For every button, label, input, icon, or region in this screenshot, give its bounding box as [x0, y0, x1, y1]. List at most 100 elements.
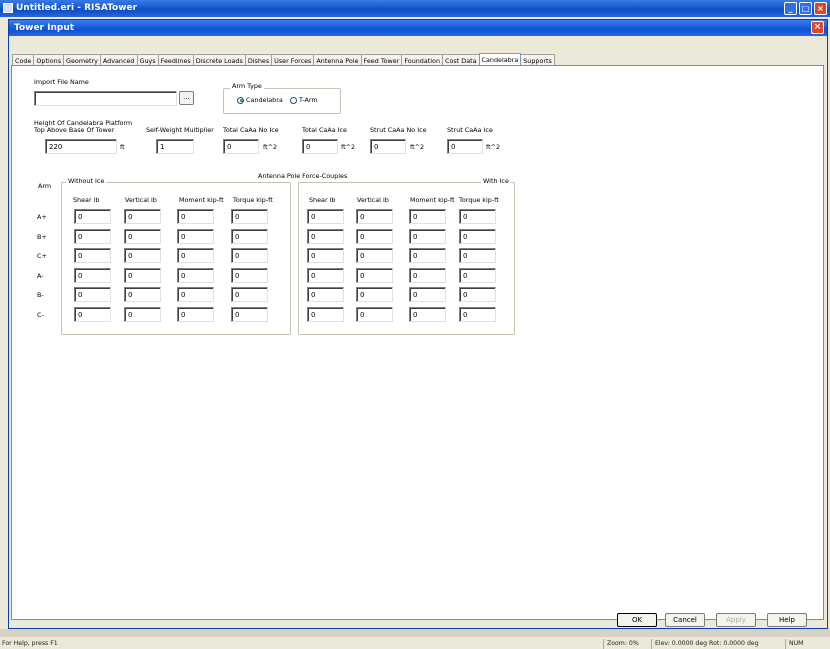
strut-ice-input[interactable]: 0 — [447, 139, 483, 154]
total-no-ice-label: Total CaAa No Ice — [223, 126, 279, 134]
with-ice-cell[interactable]: 0 — [409, 307, 446, 322]
without-ice-cell[interactable]: 0 — [74, 228, 111, 244]
without-ice-cell[interactable]: 0 — [231, 209, 268, 224]
without-ice-cell[interactable]: 0 — [177, 307, 214, 322]
without-ice-cell[interactable]: 0 — [231, 267, 268, 283]
force-couples-title: Antenna Pole Force-Couples — [258, 172, 348, 180]
import-file-label: Import File Name — [34, 78, 89, 86]
without-ice-cell[interactable]: 0 — [124, 209, 161, 224]
with-ice-cell[interactable]: 0 — [356, 228, 393, 244]
self-weight-input[interactable]: 1 — [156, 139, 194, 154]
without-ice-cell[interactable]: 0 — [177, 209, 214, 224]
with-ice-cell[interactable]: 0 — [409, 267, 446, 283]
strut-no-ice-unit: ft^2 — [410, 143, 425, 151]
candelabra-panel: Import File Name ... Arm Type Candelabra… — [11, 65, 824, 620]
without-ice-cell[interactable]: 0 — [177, 248, 214, 264]
minimize-button[interactable]: _ — [784, 2, 797, 15]
without-ice-col-header: Moment kip-ft — [179, 196, 224, 204]
with-ice-cell[interactable]: 0 — [356, 287, 393, 303]
without-ice-cell[interactable]: 0 — [74, 287, 111, 303]
with-ice-cell[interactable]: 0 — [409, 287, 446, 303]
radio-t-arm[interactable]: T-Arm — [290, 96, 318, 104]
total-no-ice-unit: ft^2 — [263, 143, 278, 151]
with-ice-cell[interactable]: 0 — [459, 248, 496, 264]
with-ice-cell[interactable]: 0 — [307, 267, 344, 283]
with-ice-cell[interactable]: 0 — [459, 267, 496, 283]
tab-strip: Code Options Geometry Advanced Guys Feedlines… — [12, 52, 555, 68]
dialog-title-bar: Tower Input × — [9, 20, 827, 36]
with-ice-col-header: Moment kip-ft — [410, 196, 455, 204]
without-ice-cell[interactable]: 0 — [177, 267, 214, 283]
with-ice-cell[interactable]: 0 — [307, 248, 344, 264]
radio-t-arm-label: T-Arm — [299, 96, 318, 104]
status-zoom: Zoom: 0% — [603, 639, 639, 649]
without-ice-cell[interactable]: 0 — [231, 248, 268, 264]
without-ice-cell[interactable]: 0 — [74, 248, 111, 264]
document-tab-strip — [0, 629, 830, 637]
without-ice-cell[interactable]: 0 — [74, 267, 111, 283]
without-ice-cell[interactable]: 0 — [231, 228, 268, 244]
arm-row-label: C+ — [37, 252, 47, 261]
strut-no-ice-input[interactable]: 0 — [370, 139, 406, 154]
with-ice-cell[interactable]: 0 — [307, 209, 344, 224]
browse-button[interactable]: ... — [179, 91, 194, 105]
status-num: NUM — [785, 639, 804, 649]
with-ice-cell[interactable]: 0 — [459, 307, 496, 322]
radio-candelabra-label: Candelabra — [246, 96, 283, 104]
status-elevation: Elev: 0.0000 deg Rot: 0.0000 deg — [651, 639, 759, 649]
app-close-button[interactable]: × — [814, 2, 827, 15]
help-button[interactable]: Help — [767, 613, 807, 627]
arm-row-label: B+ — [37, 232, 47, 241]
cancel-button[interactable]: Cancel — [665, 613, 705, 627]
strut-ice-unit: ft^2 — [486, 143, 501, 151]
app-title-bar: Untitled.eri - RISATower _ □ × — [0, 0, 830, 17]
without-ice-cell[interactable]: 0 — [124, 228, 161, 244]
height-input[interactable]: 220 — [45, 139, 117, 154]
without-ice-cell[interactable]: 0 — [124, 287, 161, 303]
arm-row-label: A+ — [37, 213, 47, 221]
with-ice-cell[interactable]: 0 — [356, 209, 393, 224]
apply-button[interactable]: Apply — [716, 613, 756, 627]
app-icon — [3, 3, 13, 13]
strut-ice-label: Strut CaAa Ice — [447, 126, 493, 134]
with-ice-col-header: Torque kip-ft — [459, 196, 499, 204]
import-file-input[interactable] — [34, 91, 177, 106]
with-ice-cell[interactable]: 0 — [307, 228, 344, 244]
with-ice-cell[interactable]: 0 — [459, 228, 496, 244]
total-ice-label: Total CaAa Ice — [302, 126, 347, 134]
strut-no-ice-label: Strut CaAa No Ice — [370, 126, 427, 134]
maximize-button[interactable]: □ — [799, 2, 812, 15]
with-ice-cell[interactable]: 0 — [356, 307, 393, 322]
total-ice-input[interactable]: 0 — [302, 139, 338, 154]
dialog-title: Tower Input — [14, 23, 75, 33]
without-ice-col-header: Shear lb — [73, 196, 100, 204]
without-ice-cell[interactable]: 0 — [74, 209, 111, 224]
without-ice-cell[interactable]: 0 — [177, 287, 214, 303]
with-ice-cell[interactable]: 0 — [459, 287, 496, 303]
with-ice-cell[interactable]: 0 — [409, 209, 446, 224]
self-weight-label: Self-Weight Multiplier — [146, 126, 214, 134]
radio-candelabra[interactable]: Candelabra — [237, 96, 283, 104]
with-ice-cell[interactable]: 0 — [459, 209, 496, 224]
arm-row-label: A- — [37, 271, 44, 280]
without-ice-cell[interactable]: 0 — [177, 228, 214, 244]
without-ice-cell[interactable]: 0 — [124, 307, 161, 322]
without-ice-cell[interactable]: 0 — [124, 248, 161, 264]
without-ice-cell[interactable]: 0 — [74, 307, 111, 322]
tower-input-dialog: Tower Input × Code Options Geometry Advance… — [8, 19, 828, 629]
total-ice-unit: ft^2 — [341, 143, 356, 151]
arm-header: Arm — [38, 182, 52, 190]
without-ice-cell[interactable]: 0 — [124, 267, 161, 283]
with-ice-cell[interactable]: 0 — [409, 228, 446, 244]
with-ice-cell[interactable]: 0 — [307, 287, 344, 303]
total-no-ice-input[interactable]: 0 — [223, 139, 259, 154]
without-ice-cell[interactable]: 0 — [231, 287, 268, 303]
without-ice-cell[interactable]: 0 — [231, 307, 268, 322]
with-ice-cell[interactable]: 0 — [356, 248, 393, 264]
with-ice-cell[interactable]: 0 — [307, 307, 344, 322]
dialog-close-button[interactable]: × — [811, 21, 824, 34]
ok-button[interactable]: OK — [617, 613, 657, 627]
with-ice-cell[interactable]: 0 — [409, 248, 446, 264]
with-ice-cell[interactable]: 0 — [356, 267, 393, 283]
app-title: Untitled.eri - RISATower — [16, 3, 138, 13]
